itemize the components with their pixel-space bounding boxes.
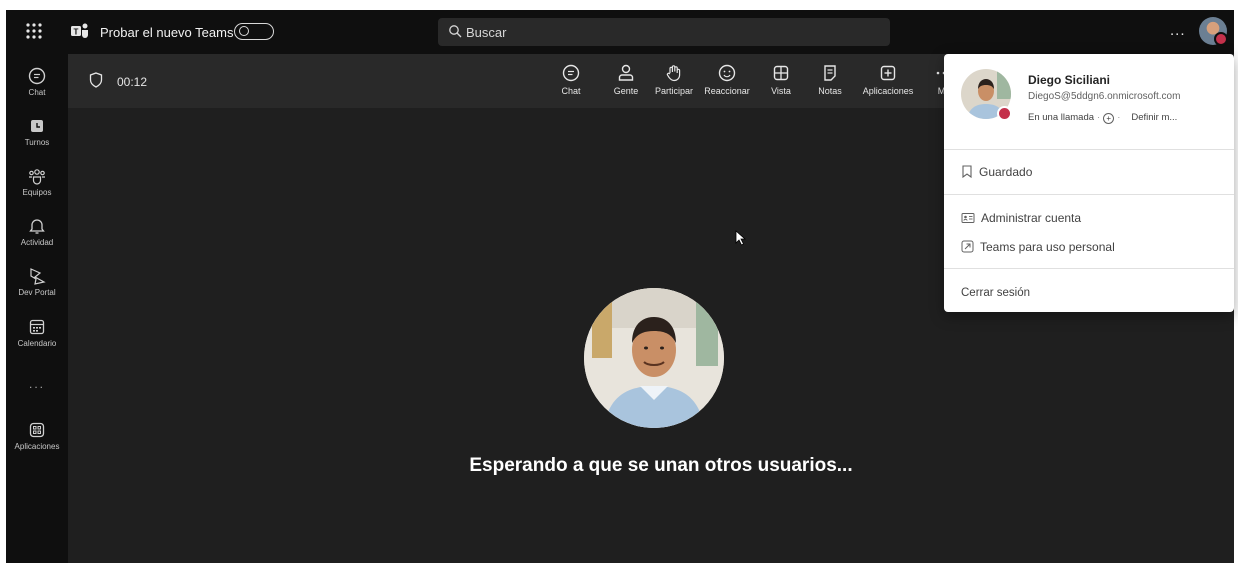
tool-chat-button[interactable]: Chat	[558, 63, 584, 96]
menu-item-saved[interactable]: Guardado	[961, 165, 1032, 179]
try-new-teams-label: Probar el nuevo Teams	[100, 25, 234, 40]
add-app-icon	[880, 65, 896, 81]
menu-item-sign-out[interactable]: Cerrar sesión	[961, 287, 1030, 299]
menu-label-manage-account: Administrar cuenta	[981, 211, 1082, 225]
tool-react-button[interactable]: Reaccionar	[703, 63, 751, 96]
more-apps-button[interactable]: ...	[6, 377, 68, 391]
tool-people-button[interactable]: Gente	[609, 63, 643, 96]
rail-label-equipos: Equipos	[22, 188, 52, 197]
rail-item-turnos[interactable]: Turnos	[6, 116, 68, 147]
rail-item-calendario[interactable]: Calendario	[6, 317, 68, 348]
divider	[944, 268, 1234, 269]
profile-card-popup: Diego Siciliani DiegoS@5ddgn6.onmicrosof…	[944, 54, 1234, 312]
calendar-icon	[29, 319, 45, 335]
tool-notes-label: Notas	[818, 86, 842, 96]
emoji-icon	[718, 64, 736, 82]
separator: ·	[1097, 112, 1101, 123]
teams-personal-icon	[961, 240, 974, 253]
profile-name: Diego Siciliani	[1028, 73, 1111, 87]
menu-item-manage-account[interactable]: Administrar cuenta	[961, 211, 1081, 225]
busy-status-dot	[1214, 32, 1228, 46]
rail-label-aplicaciones: Aplicaciones	[14, 442, 60, 451]
rail-label-turnos: Turnos	[24, 138, 50, 147]
profile-avatar-button[interactable]	[1199, 17, 1228, 46]
people-icon	[618, 64, 634, 81]
title-bar: T Probar el nuevo Teams Buscar ...	[6, 10, 1234, 54]
toggle-knob	[239, 26, 249, 36]
rail-label-actividad: Actividad	[20, 238, 54, 247]
menu-label-saved: Guardado	[979, 165, 1033, 179]
presence-status[interactable]: En una llamada	[1028, 112, 1094, 123]
tool-people-label: Gente	[613, 86, 639, 96]
menu-label-personal-teams: Teams para uso personal	[980, 240, 1115, 254]
participant-avatar	[584, 288, 724, 428]
rail-item-actividad[interactable]: Actividad	[6, 216, 68, 247]
apps-icon	[29, 422, 45, 438]
profile-email: DiegoS@5ddgn6.onmicrosoft.com	[1028, 91, 1181, 102]
profile-status-row: En una llamada · + · Definir m...	[1028, 112, 1177, 124]
rail-item-equipos[interactable]: Equipos	[6, 166, 68, 197]
grid-view-icon	[773, 65, 789, 81]
rail-item-chat[interactable]: Chat	[6, 66, 68, 97]
mouse-cursor-icon	[735, 230, 747, 246]
rail-item-aplicaciones[interactable]: Aplicaciones	[6, 420, 68, 451]
menu-item-personal-teams[interactable]: Teams para uso personal	[961, 240, 1115, 254]
divider	[944, 149, 1234, 150]
tool-notes-button[interactable]: Notas	[817, 63, 843, 96]
divider	[944, 194, 1234, 195]
teams-logo-icon: T	[71, 23, 88, 38]
raise-hand-icon	[666, 65, 681, 82]
waiting-message: Esperando a que se unan otros usuarios..…	[469, 455, 853, 476]
tool-apps-label: Aplicaciones	[862, 86, 914, 96]
busy-status-dot	[997, 106, 1012, 121]
notes-icon	[824, 65, 836, 81]
rail-label-dev-portal: Dev Portal	[18, 288, 56, 297]
rail-label-calendario: Calendario	[17, 339, 57, 348]
shifts-icon	[31, 120, 43, 132]
separator: ·	[1117, 112, 1121, 123]
rail-label-chat: Chat	[28, 88, 46, 97]
rail-item-dev-portal[interactable]: Dev Portal	[6, 266, 68, 297]
search-placeholder: Buscar	[466, 25, 507, 40]
account-card-icon	[961, 213, 975, 223]
add-status-icon[interactable]: +	[1103, 113, 1115, 124]
try-new-teams-toggle[interactable]	[234, 23, 274, 40]
chat-icon	[562, 64, 580, 82]
tool-view-label: Vista	[771, 86, 791, 96]
tool-apps-button[interactable]: Aplicaciones	[860, 63, 916, 96]
svg-text:T: T	[74, 28, 79, 37]
tool-chat-label: Chat	[561, 86, 581, 96]
bookmark-icon	[962, 165, 972, 179]
chat-icon	[28, 67, 46, 85]
tool-raise-hand-label: Participar	[654, 86, 693, 96]
teams-icon	[29, 169, 45, 185]
participant-photo-icon	[584, 288, 724, 428]
shield-icon	[89, 72, 103, 88]
search-icon	[449, 25, 462, 38]
app-launcher-icon[interactable]	[25, 22, 43, 40]
tool-raise-hand-button[interactable]: Participar	[654, 63, 694, 96]
tool-react-label: Reaccionar	[704, 86, 750, 96]
settings-more-button[interactable]: ...	[1170, 22, 1186, 39]
set-status-message-link[interactable]: Definir m...	[1131, 112, 1177, 123]
meeting-timer: 00:12	[117, 75, 148, 89]
bell-icon	[29, 219, 45, 234]
dev-portal-icon	[30, 268, 46, 285]
left-app-rail: Chat Turnos Equipos Actividad Dev Portal…	[6, 54, 68, 563]
search-box[interactable]: Buscar	[438, 18, 890, 46]
tool-view-button[interactable]: Vista	[768, 63, 794, 96]
